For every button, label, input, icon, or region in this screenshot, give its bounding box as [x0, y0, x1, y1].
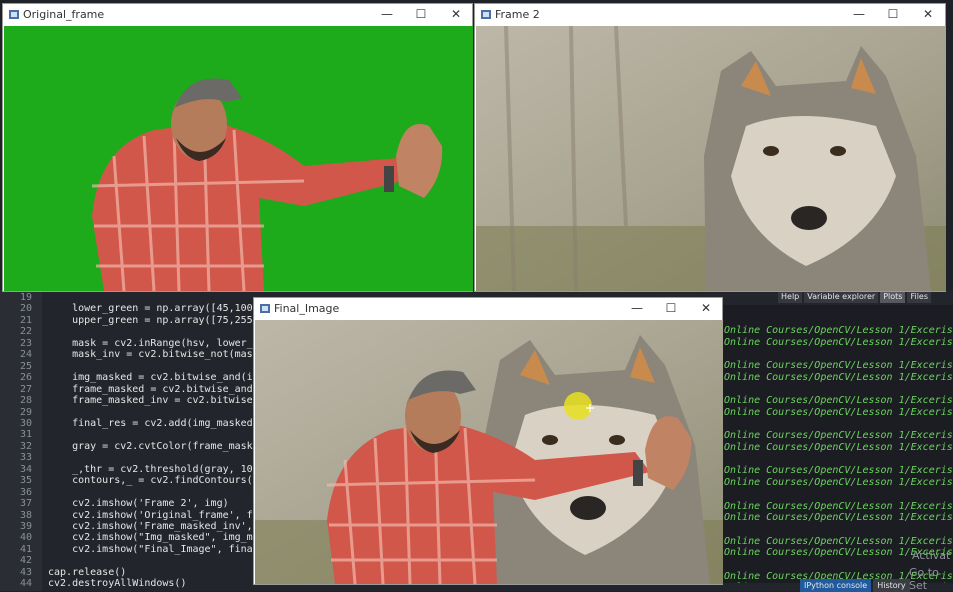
- video-frame-wolf: [476, 26, 946, 291]
- original-frame-window[interactable]: Original_frame — ☐ ✕: [2, 3, 473, 292]
- code-line[interactable]: _,thr = cv2.threshold(gray, 100, 25: [48, 464, 283, 475]
- title-bar[interactable]: Final_Image — ☐ ✕: [254, 298, 722, 320]
- video-frame-green-screen: [4, 26, 473, 291]
- ipython-console-output[interactable]: Online Courses/OpenCV/Lesson 1/Excerises…: [722, 305, 953, 583]
- close-button[interactable]: ✕: [921, 7, 935, 21]
- line-number: 22: [19, 326, 32, 337]
- right-panel-tabs: Help Variable explorer Plots Files: [778, 290, 953, 304]
- maximize-button[interactable]: ☐: [886, 7, 900, 21]
- console-tabs: IPython console History: [800, 579, 910, 592]
- line-number: 28: [19, 395, 32, 406]
- minimize-button[interactable]: —: [630, 301, 644, 315]
- line-number: 23: [19, 338, 32, 349]
- tab-ipython-console[interactable]: IPython console: [800, 579, 872, 592]
- line-number: 19: [19, 292, 32, 303]
- line-number: 44: [19, 578, 32, 589]
- console-output-line: Online Courses/OpenCV/Lesson 1/Excerises…: [724, 337, 953, 348]
- line-number: 39: [19, 521, 32, 532]
- line-number: 32: [19, 441, 32, 452]
- maximize-button[interactable]: ☐: [664, 301, 678, 315]
- frame-2-window[interactable]: Frame 2 — ☐ ✕: [474, 3, 946, 292]
- line-number: 40: [19, 532, 32, 543]
- code-line[interactable]: frame_masked = cv2.bitwise_and(fram: [48, 384, 283, 395]
- code-line[interactable]: cv2.imshow('Frame_masked_inv', fram: [48, 521, 283, 532]
- console-output-line: Online Courses/OpenCV/Lesson 1/Excerises…: [724, 395, 953, 406]
- line-number: 21: [19, 315, 32, 326]
- cursor-highlight: [564, 392, 592, 420]
- close-button[interactable]: ✕: [449, 7, 463, 21]
- line-number: 27: [19, 384, 32, 395]
- console-output-line: Online Courses/OpenCV/Lesson 1/Excerises…: [724, 430, 953, 441]
- window-title: Original_frame: [23, 8, 105, 21]
- app-icon: [9, 10, 19, 19]
- console-output-line: Online Courses/OpenCV/Lesson 1/Excerises…: [724, 325, 953, 336]
- console-output-line: Online Courses/OpenCV/Lesson 1/Excerises…: [724, 360, 953, 371]
- title-bar[interactable]: Original_frame — ☐ ✕: [3, 4, 472, 26]
- activation-watermark-line2: Go to Set: [909, 566, 939, 592]
- code-line[interactable]: cv2.imshow('Original_frame', frame): [48, 510, 283, 521]
- app-icon: [260, 304, 270, 313]
- code-line[interactable]: cv2.imshow("Img_masked", img_masked: [48, 532, 283, 543]
- app-icon: [481, 10, 491, 19]
- final-image-window[interactable]: Final_Image — ☐ ✕: [253, 297, 723, 585]
- code-line[interactable]: gray = cv2.cvtColor(frame_masked, c: [48, 441, 283, 452]
- line-number: 42: [19, 555, 32, 566]
- code-line[interactable]: final_res = cv2.add(img_masked, fra: [48, 418, 283, 429]
- minimize-button[interactable]: —: [852, 7, 866, 21]
- video-frame-composite: [255, 320, 723, 584]
- line-number: 25: [19, 361, 32, 372]
- line-number: 37: [19, 498, 32, 509]
- code-line[interactable]: frame_masked_inv = cv2.bitwise_and(: [48, 395, 283, 406]
- line-number: 26: [19, 372, 32, 383]
- console-output-line: Online Courses/OpenCV/Lesson 1/Excerises…: [724, 372, 953, 383]
- code-line[interactable]: cv2.destroyAllWindows(): [48, 578, 186, 589]
- tab-history[interactable]: History: [873, 579, 910, 592]
- window-title: Frame 2: [495, 8, 540, 21]
- line-number: 31: [19, 429, 32, 440]
- close-button[interactable]: ✕: [699, 301, 713, 315]
- line-number: 41: [19, 544, 32, 555]
- minimize-button[interactable]: —: [380, 7, 394, 21]
- console-output-line: Online Courses/OpenCV/Lesson 1/Excerises…: [724, 407, 953, 418]
- console-output-line: Online Courses/OpenCV/Lesson 1/Excerises…: [724, 501, 953, 512]
- code-line[interactable]: cv2.imshow('Frame 2', img): [48, 498, 229, 509]
- window-title: Final_Image: [274, 302, 340, 315]
- title-bar[interactable]: Frame 2 — ☐ ✕: [475, 4, 945, 26]
- line-number: 30: [19, 418, 32, 429]
- line-number: 35: [19, 475, 32, 486]
- code-line[interactable]: contours,_ = cv2.findContours(thr,: [48, 475, 277, 486]
- line-number: 34: [19, 464, 32, 475]
- line-number: 20: [19, 303, 32, 314]
- code-line[interactable]: cv2.imshow("Final_Image", final_res: [48, 544, 283, 555]
- code-line[interactable]: mask_inv = cv2.bitwise_not(mask): [48, 349, 265, 360]
- line-number: 33: [19, 452, 32, 463]
- code-line[interactable]: cap.release(): [48, 567, 126, 578]
- maximize-button[interactable]: ☐: [414, 7, 428, 21]
- code-line[interactable]: mask = cv2.inRange(hsv, lower_green: [48, 338, 283, 349]
- console-output-line: Online Courses/OpenCV/Lesson 1/Excerises…: [724, 477, 953, 488]
- line-number: 43: [19, 567, 32, 578]
- code-line[interactable]: img_masked = cv2.bitwise_and(img, i: [48, 372, 283, 383]
- console-output-line: Online Courses/OpenCV/Lesson 1/Excerises…: [724, 465, 953, 476]
- line-number: 24: [19, 349, 32, 360]
- console-output-line: Online Courses/OpenCV/Lesson 1/Excerises…: [724, 536, 953, 547]
- line-number: 36: [19, 487, 32, 498]
- activation-watermark-line1: Activat: [912, 549, 951, 562]
- line-number: 38: [19, 510, 32, 521]
- line-number: 29: [19, 407, 32, 418]
- console-output-line: Online Courses/OpenCV/Lesson 1/Excerises…: [724, 512, 953, 523]
- console-output-line: Online Courses/OpenCV/Lesson 1/Excerises…: [724, 442, 953, 453]
